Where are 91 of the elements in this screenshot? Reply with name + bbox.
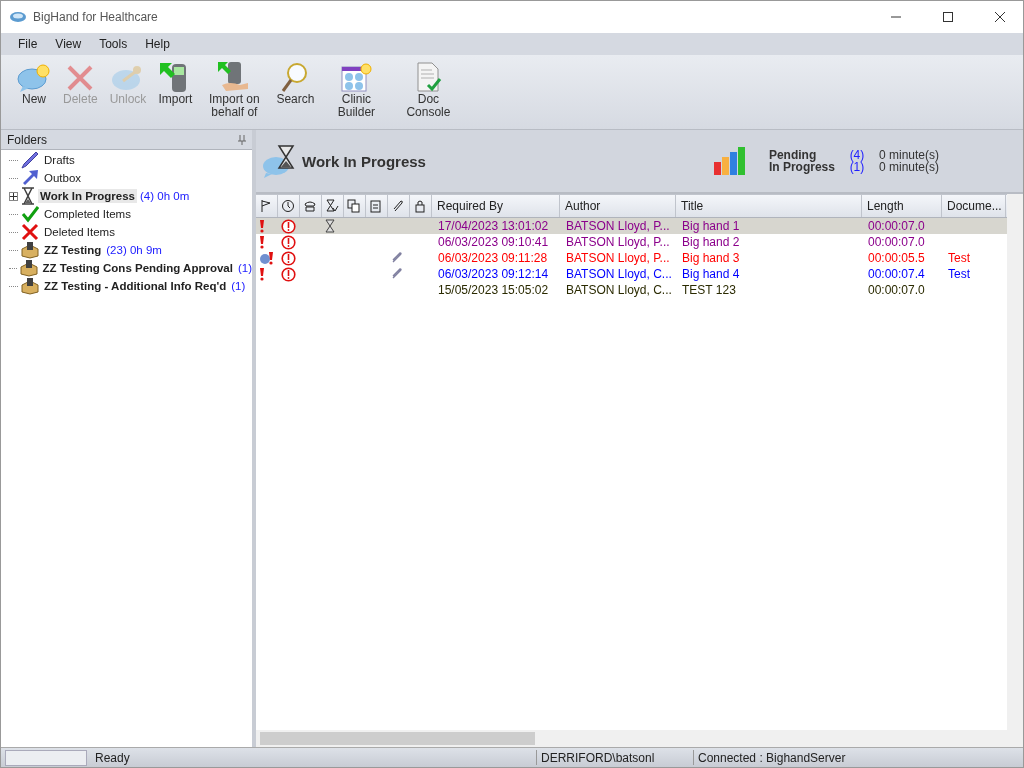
pin-icon[interactable] [238, 134, 246, 145]
folder-count: (1) [231, 280, 246, 292]
view-title: Work In Progress [302, 152, 427, 170]
table-cell-text: 15/05/2023 15:05:02 [437, 283, 550, 297]
paperclip-icon [391, 199, 405, 213]
column-header[interactable]: Author [560, 195, 676, 217]
box-icon [21, 277, 39, 295]
close-icon[interactable] [995, 12, 1005, 22]
status-text: Ready [91, 750, 537, 765]
table-cell-text: 00:00:07.0 [867, 235, 926, 249]
cross-icon [21, 223, 39, 241]
column-header[interactable]: Required By [432, 195, 560, 217]
user-status: DERRIFORD\batsonl [537, 750, 694, 765]
folder-item[interactable]: ZZ Testing [42, 243, 104, 257]
table-row[interactable]: 17/04/2023 13:01:02 BATSON Lloyd, P... Big hand 1 00:00:07.0 [256, 218, 1007, 234]
hourglass-check-icon [325, 199, 339, 213]
folder-item[interactable]: Deleted Items [42, 225, 117, 239]
table-cell-text: BATSON Lloyd, C... [565, 267, 673, 281]
folder-item[interactable]: Outbox [42, 171, 84, 185]
box-icon [21, 241, 39, 259]
arrow-icon [21, 169, 39, 187]
table-cell-text: Big hand 1 [681, 219, 741, 233]
table-cell-text: Big hand 3 [681, 251, 741, 265]
speech-bubble-icon [17, 63, 51, 93]
table-row[interactable]: 06/03/2023 09:11:28 BATSON Lloyd, P... Big hand 3 00:00:05.5 Test [256, 250, 1007, 266]
toolbar-button[interactable]: New [11, 59, 57, 106]
maximize-icon[interactable] [943, 12, 953, 22]
expand-icon[interactable] [9, 191, 18, 201]
flag-icon [259, 199, 273, 213]
menu-item[interactable]: View [46, 37, 91, 51]
table-cell-text: Big hand 2 [681, 235, 741, 249]
table-cell-text: TEST 123 [681, 283, 737, 297]
box-icon [19, 259, 38, 277]
menu-item[interactable]: Help [136, 37, 179, 51]
column-header[interactable]: Title [676, 195, 862, 217]
folder-item[interactable]: ZZ Testing Cons Pending Approval [40, 261, 235, 275]
table-cell-text: 00:00:07.0 [867, 283, 926, 297]
table-row[interactable]: 15/05/2023 15:05:02 BATSON Lloyd, C... TEST 123 00:00:07.0 [256, 282, 1007, 298]
toolbar-button[interactable]: Import [152, 59, 199, 106]
calendar-grid-icon [340, 63, 373, 93]
toolbar-button[interactable]: Clinic Builder [320, 59, 393, 119]
stat-label: Pending [768, 149, 817, 161]
table-row[interactable]: 06/03/2023 09:10:41 BATSON Lloyd, P... Big hand 2 00:00:07.0 [256, 234, 1007, 250]
table-cell-text: 00:00:07.4 [867, 267, 926, 281]
app-logo-icon [9, 10, 27, 24]
folder-item[interactable]: Drafts [42, 153, 77, 167]
table-cell-text: BATSON Lloyd, P... [565, 219, 671, 233]
connection-status: Connected : BighandServer [697, 750, 847, 765]
toolbar-button[interactable]: Doc Console [392, 59, 465, 119]
folder-count: (1) [237, 262, 252, 274]
folder-item[interactable]: ZZ Testing - Additional Info Req'd [42, 279, 229, 293]
horizontal-scrollbar[interactable] [256, 730, 1007, 747]
stat-time: 0 minute(s) [878, 161, 939, 173]
table-cell-text: BATSON Lloyd, P... [565, 235, 671, 249]
bar-chart-icon [712, 146, 747, 176]
clipboard-icon [369, 199, 383, 213]
menu-item[interactable]: Tools [90, 37, 137, 51]
table-cell-text: 00:00:05.5 [867, 251, 926, 265]
table-cell-text: BATSON Lloyd, P... [565, 251, 671, 265]
table-cell-text: BATSON Lloyd, C... [565, 283, 673, 297]
copy-icon [347, 199, 361, 213]
vertical-scrollbar[interactable] [1007, 194, 1023, 747]
stat-count: (1) [848, 161, 866, 173]
panel-title: Folders [7, 132, 47, 147]
toolbar-button[interactable]: Search [270, 59, 321, 106]
check-icon [21, 205, 39, 223]
table-cell-text: Test [947, 267, 971, 281]
table-cell-text: Big hand 4 [681, 267, 741, 281]
table-cell-text: 00:00:07.0 [867, 219, 926, 233]
folder-item[interactable]: Completed Items [42, 207, 133, 221]
table-cell-text: 06/03/2023 09:12:14 [437, 267, 550, 281]
table-cell-text: 06/03/2023 09:10:41 [437, 235, 550, 249]
stat-count: (4) [848, 149, 866, 161]
table-cell-text: Test [947, 251, 971, 265]
menu-item[interactable]: File [9, 37, 47, 51]
column-header[interactable]: Docume... [942, 195, 1006, 217]
column-header[interactable]: Length [862, 195, 942, 217]
folder-count: (4) 0h 0m [140, 190, 190, 202]
table-row[interactable]: 06/03/2023 09:12:14 BATSON Lloyd, C... Big hand 4 00:00:07.4 Test [256, 266, 1007, 282]
folder-item[interactable]: Work In Progress [38, 189, 137, 203]
phone-icon [303, 199, 317, 213]
clock-icon [281, 199, 295, 213]
window-title: BigHand for Healthcare [33, 10, 159, 24]
stat-label: In Progress [768, 161, 835, 173]
table-cell-text: 06/03/2023 09:11:28 [437, 251, 549, 265]
table-cell-text: 17/04/2023 13:01:02 [437, 219, 550, 233]
hourglass-icon [21, 187, 35, 205]
toolbar-button[interactable]: Import on behalf of [198, 59, 271, 119]
lock-icon [413, 199, 427, 213]
folder-count: (23) 0h 9m [106, 244, 162, 256]
stat-time: 0 minute(s) [878, 149, 939, 161]
